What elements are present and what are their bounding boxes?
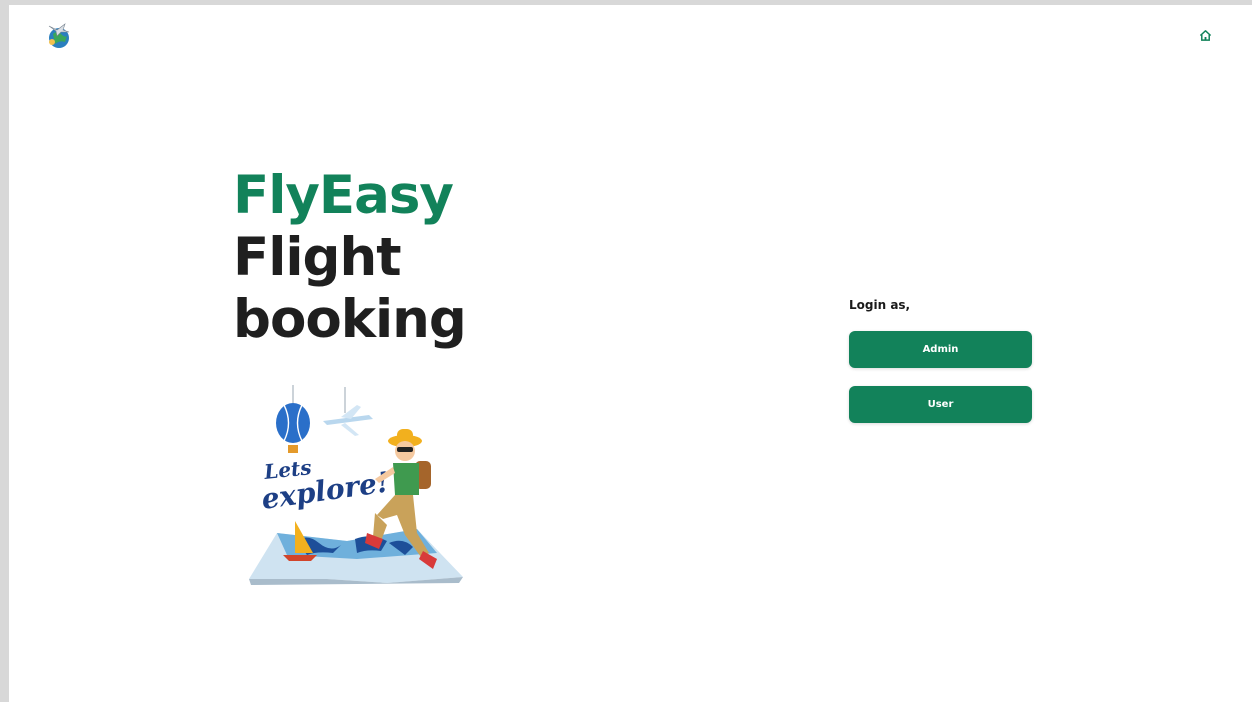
login-panel: Login as, Admin User (849, 297, 1034, 441)
site-logo-icon[interactable] (43, 20, 73, 50)
hero-line-flight: Flight (233, 227, 402, 288)
admin-login-button[interactable]: Admin (849, 331, 1032, 368)
brand-name: FlyEasy (233, 165, 454, 226)
hero-heading: FlyEasy Flight booking (233, 165, 533, 351)
home-button[interactable] (1195, 25, 1215, 45)
login-as-label: Login as, (849, 298, 911, 312)
page: FlyEasy Flight booking Lets explore! Log… (9, 5, 1252, 702)
lets-explore-illustration: Lets explore! (237, 383, 467, 588)
hero-line-booking: booking (233, 289, 467, 350)
airplane-icon (323, 387, 373, 436)
home-icon (1199, 29, 1211, 41)
hot-air-balloon-icon (276, 385, 310, 453)
user-login-button[interactable]: User (849, 386, 1032, 423)
